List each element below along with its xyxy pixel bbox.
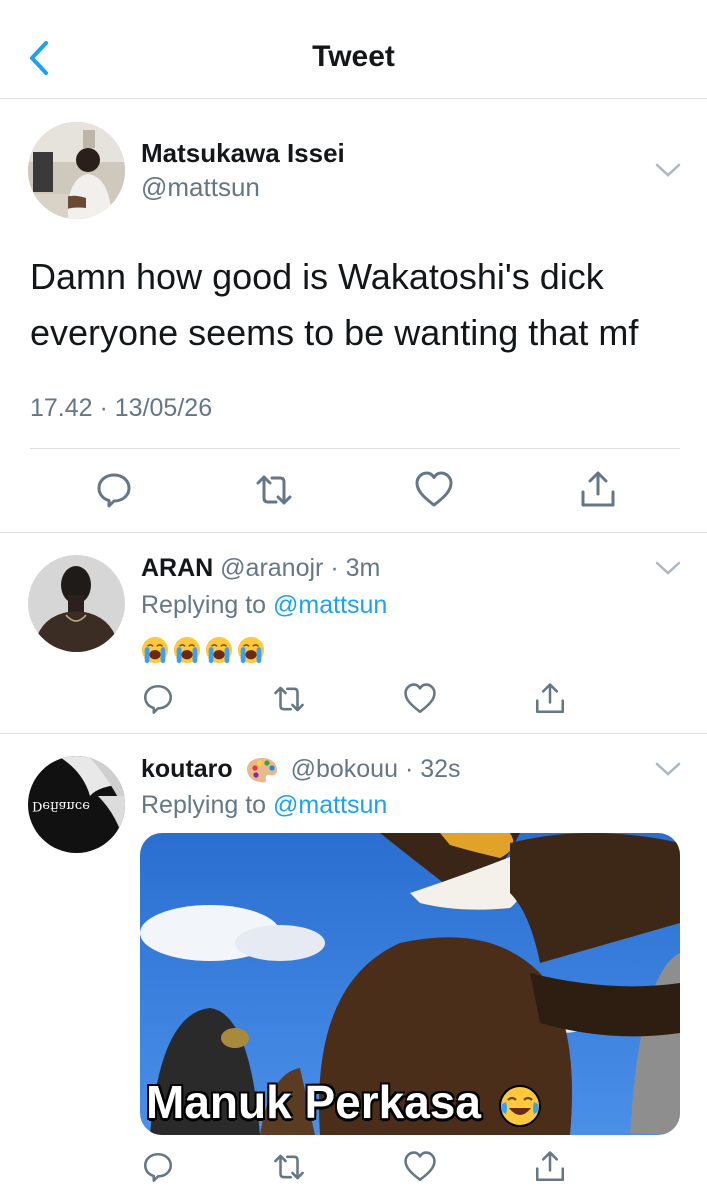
reply-button[interactable] xyxy=(141,682,175,716)
reply-icon xyxy=(143,1152,173,1182)
chevron-down-icon[interactable] xyxy=(655,162,681,178)
divider xyxy=(30,448,680,449)
tweet-text: Damn how good is Wakatoshi's dick everyo… xyxy=(30,256,639,353)
replying-to: Replying to @mattsun xyxy=(141,791,387,820)
meme-caption-text: Manuk Perkasa xyxy=(146,1076,481,1128)
meta-separator: · xyxy=(404,755,414,783)
loudly-crying-face-icon xyxy=(237,636,265,664)
chevron-down-icon[interactable] xyxy=(655,560,681,576)
mention-link[interactable]: @mattsun xyxy=(273,791,387,819)
author-handle[interactable]: @aranojr xyxy=(220,554,323,582)
avatar-shirt-text: Defiance xyxy=(32,798,90,813)
like-button[interactable] xyxy=(414,470,454,510)
like-icon xyxy=(404,1151,436,1182)
reply-header: ARAN @aranojr · 3m xyxy=(141,554,380,583)
reply-text xyxy=(141,636,265,664)
divider xyxy=(0,532,707,533)
reply-time: 3m xyxy=(345,554,381,582)
retweet-button[interactable] xyxy=(272,682,306,716)
retweet-icon xyxy=(274,1154,304,1180)
like-button[interactable] xyxy=(403,682,437,716)
top-bar: Tweet xyxy=(0,0,707,99)
reply-header: koutaro @bokouu · 32s xyxy=(141,755,461,784)
share-icon xyxy=(535,683,565,714)
author-name[interactable]: koutaro xyxy=(141,755,233,783)
like-button[interactable] xyxy=(403,1150,437,1184)
artist-palette-icon xyxy=(246,758,277,783)
avatar[interactable] xyxy=(28,555,125,652)
retweet-button[interactable] xyxy=(254,470,294,510)
share-icon xyxy=(581,471,615,507)
retweet-button[interactable] xyxy=(272,1150,306,1184)
loudly-crying-face-icon xyxy=(141,636,169,664)
share-icon xyxy=(535,1151,565,1182)
face-with-tears-of-joy-icon xyxy=(498,1084,541,1127)
avatar[interactable]: Defiance xyxy=(28,756,125,853)
meme-caption: Manuk Perkasa xyxy=(146,1075,542,1129)
chevron-down-icon[interactable] xyxy=(655,761,681,777)
share-button[interactable] xyxy=(533,682,567,716)
replying-label: Replying to xyxy=(141,791,267,819)
reply-icon xyxy=(143,684,173,714)
reply-button[interactable] xyxy=(141,1150,175,1184)
replying-label: Replying to xyxy=(141,591,267,619)
share-button[interactable] xyxy=(578,470,618,510)
share-button[interactable] xyxy=(533,1150,567,1184)
avatar[interactable] xyxy=(28,122,125,219)
media-image[interactable]: Manuk Perkasa xyxy=(140,833,680,1135)
replying-to: Replying to @mattsun xyxy=(141,591,387,620)
retweet-icon xyxy=(256,475,292,505)
loudly-crying-face-icon xyxy=(205,636,233,664)
author-name[interactable]: ARAN xyxy=(141,554,213,582)
author-handle[interactable]: @mattsun xyxy=(141,172,260,203)
retweet-icon xyxy=(274,686,304,712)
reply-time: 32s xyxy=(420,755,461,783)
meta-separator: · xyxy=(330,554,339,582)
mention-link[interactable]: @mattsun xyxy=(273,591,387,619)
author-handle[interactable]: @bokouu xyxy=(291,755,398,783)
page-title: Tweet xyxy=(312,40,395,73)
author-name[interactable]: Matsukawa Issei xyxy=(141,138,345,169)
reply-button[interactable] xyxy=(94,470,134,510)
like-icon xyxy=(415,471,453,507)
loudly-crying-face-icon xyxy=(173,636,201,664)
tweet-timestamp: 17.42 · 13/05/26 xyxy=(30,394,213,422)
reply-icon xyxy=(97,473,131,508)
like-icon xyxy=(404,683,436,714)
divider xyxy=(0,733,707,734)
